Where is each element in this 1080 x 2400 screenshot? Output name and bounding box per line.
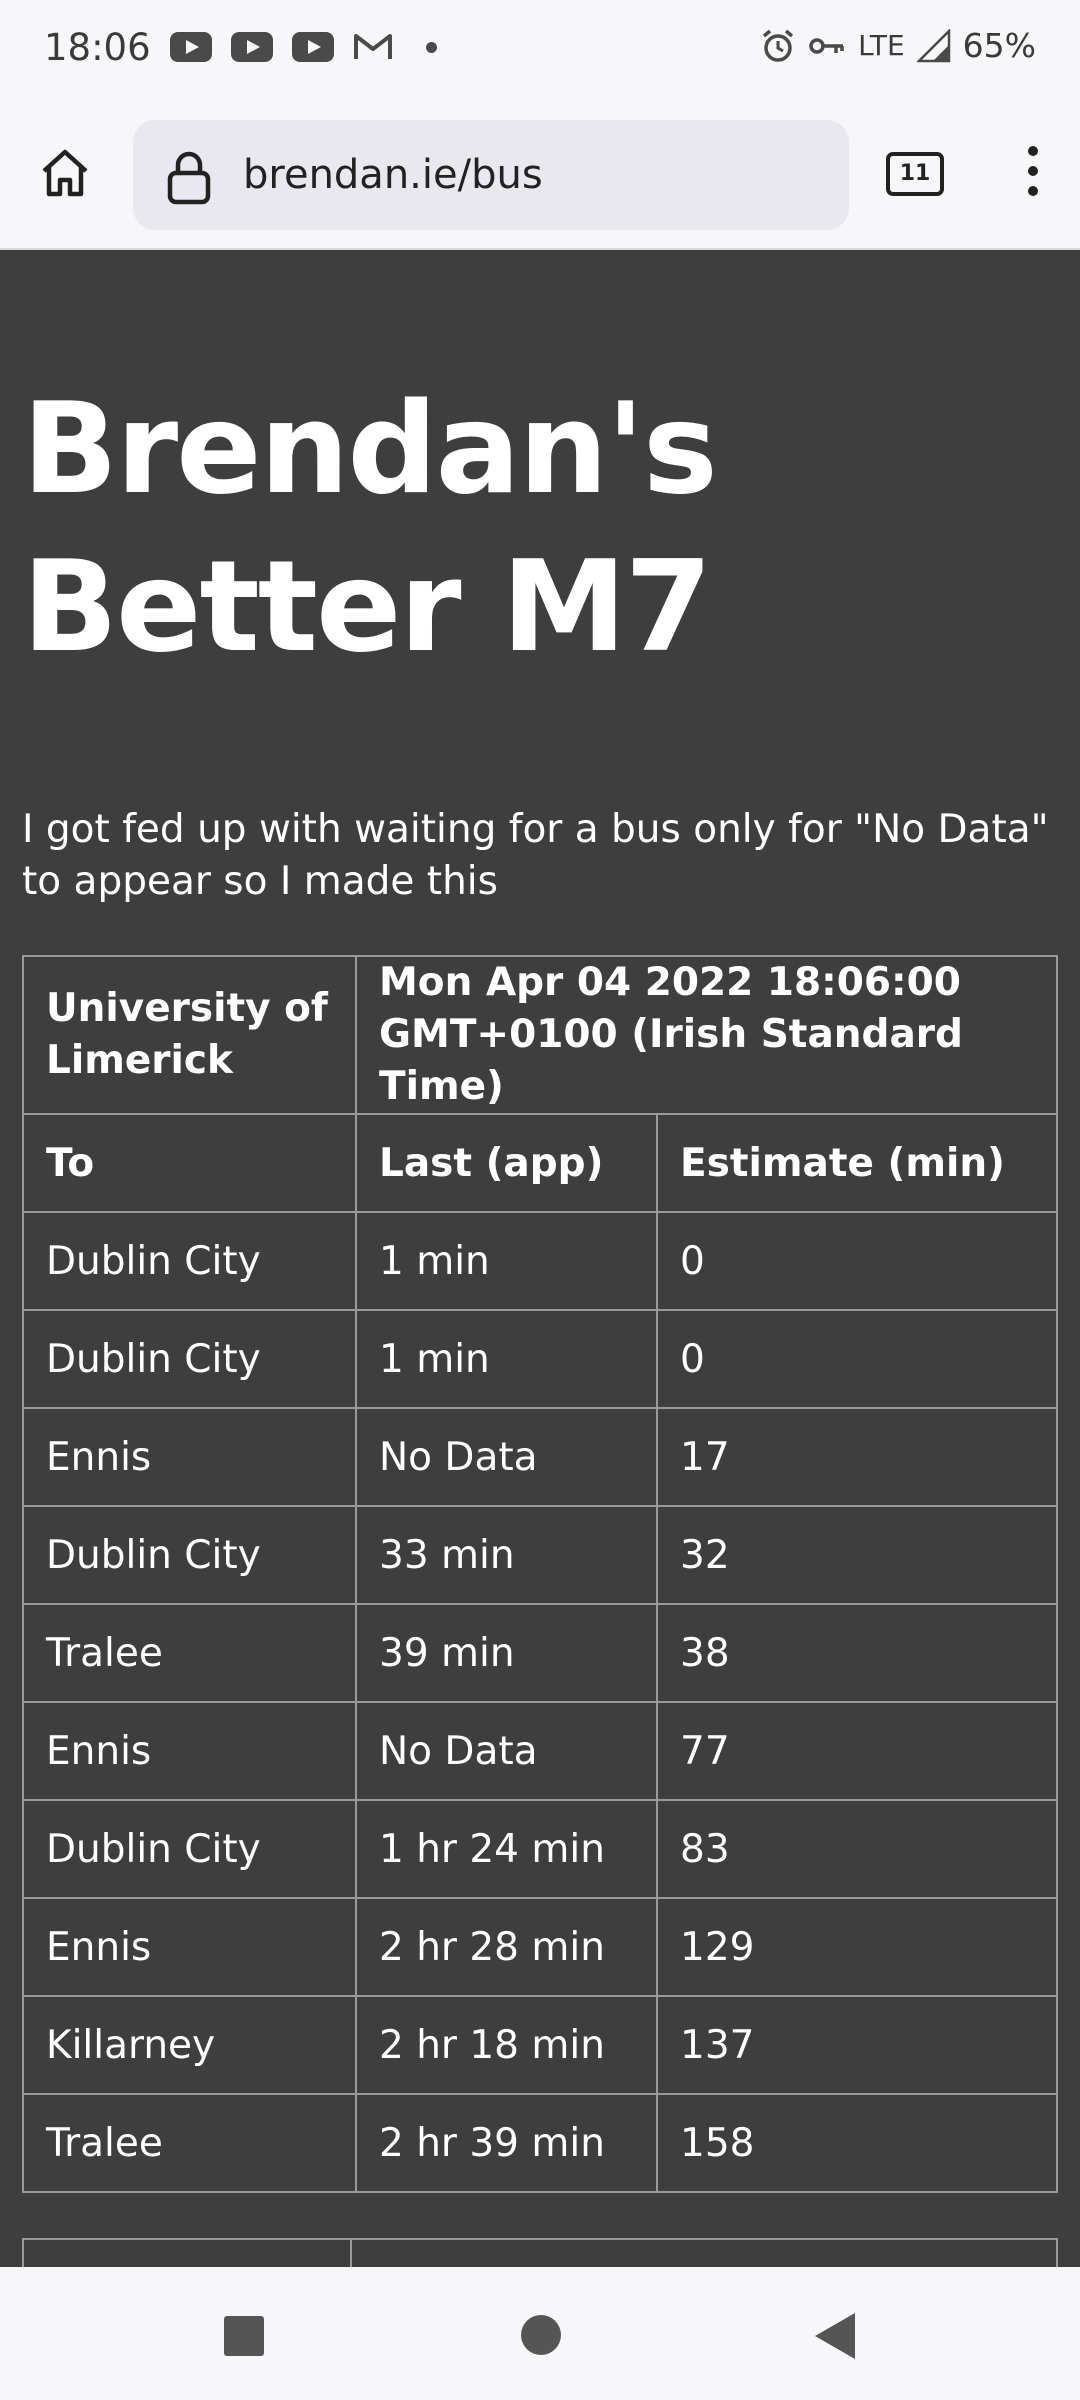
vpn-key-icon: [809, 37, 844, 54]
home-icon[interactable]: [36, 144, 94, 202]
table-row: Dublin City 1 hr 24 min 83: [22, 1799, 1058, 1899]
destination-cell: Tralee: [22, 2093, 357, 2193]
estimate-cell: 83: [656, 1799, 1058, 1899]
status-time: 18:06: [44, 26, 151, 69]
estimate-cell: 17: [656, 1407, 1058, 1507]
table-stop-row: University of Limerick Mon Apr 04 2022 1…: [22, 955, 1058, 1115]
lock-icon[interactable]: [163, 148, 215, 206]
destination-cell: Dublin City: [22, 1211, 357, 1311]
column-header-last: Last (app): [355, 1113, 658, 1213]
url-text[interactable]: brendan.ie/bus: [243, 152, 543, 198]
estimate-cell: 0: [656, 1309, 1058, 1409]
estimate-cell: 158: [656, 2093, 1058, 2193]
destination-cell: Killarney: [22, 1995, 357, 2095]
destination-cell: Dublin City: [22, 1505, 357, 1605]
last-app-cell: 39 min: [355, 1603, 658, 1703]
back-icon[interactable]: [815, 2313, 855, 2359]
departures-table: University of Limerick Mon Apr 04 2022 1…: [22, 955, 1058, 2193]
estimate-cell: 129: [656, 1897, 1058, 1997]
navigation-bar: [0, 2267, 1080, 2400]
table-row: Killarney 2 hr 18 min 137: [22, 1995, 1058, 2095]
last-app-cell: 1 hr 24 min: [355, 1799, 658, 1899]
last-app-cell: No Data: [355, 1701, 658, 1801]
last-app-cell: 2 hr 39 min: [355, 2093, 658, 2193]
youtube-icon: [231, 32, 273, 62]
dot-icon: [426, 41, 437, 53]
last-app-cell: 33 min: [355, 1505, 658, 1605]
last-app-cell: No Data: [355, 1407, 658, 1507]
destination-cell: Ennis: [22, 1701, 357, 1801]
last-app-cell: 2 hr 18 min: [355, 1995, 658, 2095]
column-header-estimate: Estimate (min): [656, 1113, 1058, 1213]
table-row: Ennis 2 hr 28 min 129: [22, 1897, 1058, 1997]
gmail-icon: [354, 34, 392, 59]
tab-switcher-button[interactable]: 11: [886, 152, 944, 196]
status-bar: 18:06 LTE 65%: [0, 0, 1080, 100]
table-row: Ennis No Data 77: [22, 1701, 1058, 1801]
last-app-cell: 2 hr 28 min: [355, 1897, 658, 1997]
address-bar[interactable]: brendan.ie/bus: [133, 120, 849, 230]
estimate-cell: 38: [656, 1603, 1058, 1703]
table-row: Tralee 2 hr 39 min 158: [22, 2093, 1058, 2193]
estimate-cell: 137: [656, 1995, 1058, 2095]
destination-cell: Ennis: [22, 1407, 357, 1507]
table-row: Ennis No Data 17: [22, 1407, 1058, 1507]
table-row: Tralee 39 min 38: [22, 1603, 1058, 1703]
estimate-cell: 32: [656, 1505, 1058, 1605]
system-icons: LTE 65%: [760, 26, 1036, 65]
overflow-menu-icon[interactable]: [1018, 146, 1048, 202]
recents-icon[interactable]: [224, 2316, 264, 2356]
timestamp: Mon Apr 04 2022 18:06:00 GMT+0100 (Irish…: [355, 955, 1058, 1115]
table-row: Dublin City 1 min 0: [22, 1309, 1058, 1409]
last-app-cell: 1 min: [355, 1309, 658, 1409]
estimate-cell: 0: [656, 1211, 1058, 1311]
table-header-row: To Last (app) Estimate (min): [22, 1113, 1058, 1213]
estimate-cell: 77: [656, 1701, 1058, 1801]
table-row: Dublin City 33 min 32: [22, 1505, 1058, 1605]
destination-cell: Dublin City: [22, 1799, 357, 1899]
signal-icon: [916, 28, 950, 62]
intro-text: I got fed up with waiting for a bus only…: [22, 807, 1049, 904]
network-type: LTE: [858, 29, 905, 62]
youtube-icon: [292, 32, 334, 62]
browser-toolbar: brendan.ie/bus 11: [0, 100, 1080, 250]
battery-percentage: 65%: [962, 26, 1036, 65]
last-app-cell: 1 min: [355, 1211, 658, 1311]
table-row: Dublin City 1 min 0: [22, 1211, 1058, 1311]
destination-cell: Ennis: [22, 1897, 357, 1997]
notification-icons: [170, 32, 437, 62]
page-title: Brendan's Better M7: [22, 375, 718, 680]
page-content: Brendan's Better M7 I got fed up with wa…: [0, 252, 1080, 2267]
home-nav-icon[interactable]: [521, 2315, 561, 2355]
stop-name: University of Limerick: [22, 955, 357, 1115]
column-header-to: To: [22, 1113, 357, 1213]
youtube-icon: [170, 32, 212, 62]
destination-cell: Tralee: [22, 1603, 357, 1703]
alarm-icon: [762, 29, 794, 62]
destination-cell: Dublin City: [22, 1309, 357, 1409]
